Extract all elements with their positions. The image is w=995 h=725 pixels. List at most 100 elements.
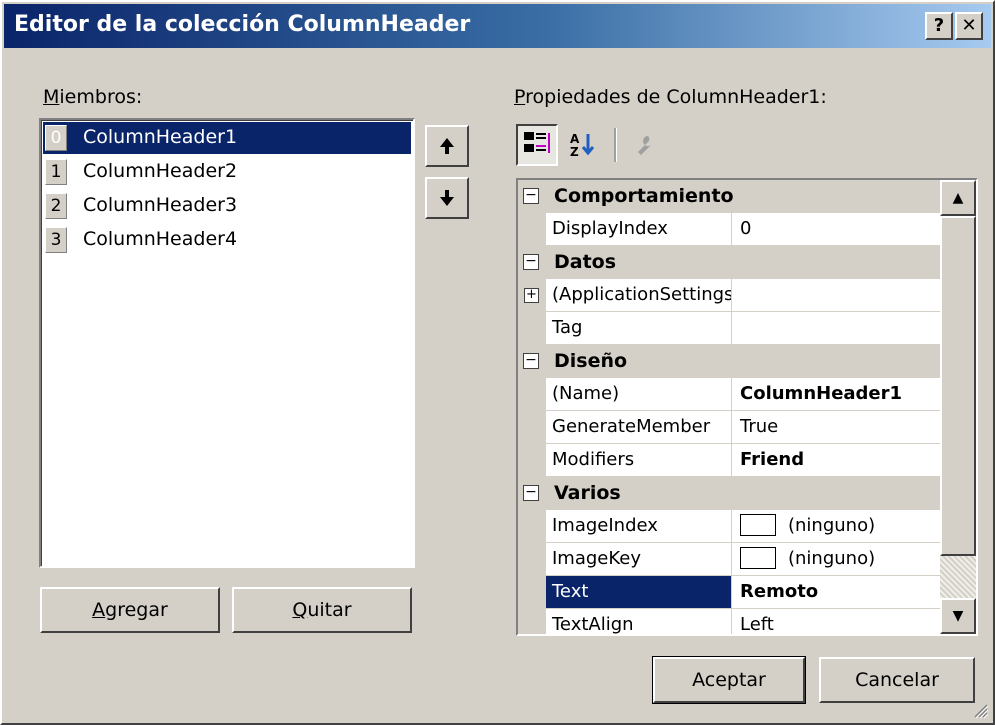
property-value-text: (ninguno) (788, 515, 876, 536)
members-list[interactable]: 0 ColumnHeader1 1 ColumnHeader2 2 ColumnHeade… (39, 118, 415, 568)
member-name: ColumnHeader2 (83, 160, 238, 182)
window-title: Editor de la colección ColumnHeader (14, 12, 471, 37)
property-value[interactable]: Remoto (732, 576, 940, 609)
move-down-button[interactable] (425, 177, 469, 219)
property-name: Tag (546, 312, 732, 345)
property-value[interactable]: (ninguno) (732, 543, 940, 576)
property-category[interactable]: − Diseño (518, 345, 940, 378)
image-swatch (740, 547, 776, 569)
category-name: Varios (554, 482, 621, 504)
property-name: Text (546, 576, 732, 609)
collapse-icon[interactable]: − (523, 485, 539, 501)
property-row[interactable]: TextAlign Left (518, 609, 940, 634)
add-button[interactable]: Agregar (40, 587, 220, 633)
row-gutter (518, 378, 546, 411)
move-up-button[interactable] (425, 125, 469, 167)
row-gutter (518, 510, 546, 543)
collapse-icon[interactable]: − (523, 254, 539, 270)
member-index: 1 (45, 159, 67, 185)
property-category[interactable]: − Datos (518, 246, 940, 279)
property-value[interactable]: ColumnHeader1 (732, 378, 940, 411)
title-bar[interactable]: Editor de la colección ColumnHeader ? ✕ (4, 4, 991, 48)
member-item[interactable]: 2 ColumnHeader3 (43, 190, 411, 222)
property-value[interactable]: Left (732, 609, 940, 634)
member-item[interactable]: 0 ColumnHeader1 (43, 122, 411, 154)
member-item[interactable]: 1 ColumnHeader2 (43, 156, 411, 188)
member-item[interactable]: 3 ColumnHeader4 (43, 224, 411, 256)
property-name: (Name) (546, 378, 732, 411)
close-icon: ✕ (961, 15, 977, 36)
row-gutter (518, 609, 546, 634)
resize-grip-icon[interactable] (971, 701, 989, 719)
row-gutter (518, 312, 546, 345)
property-pages-icon (638, 136, 652, 155)
ok-button[interactable]: Aceptar (653, 657, 805, 703)
help-button[interactable]: ? (925, 12, 953, 40)
cancel-button[interactable]: Cancelar (819, 657, 975, 703)
property-value[interactable]: (ninguno) (732, 510, 940, 543)
property-row[interactable]: Text Remoto (518, 576, 940, 609)
property-row[interactable]: + (ApplicationSettings) (518, 279, 940, 312)
property-value[interactable]: Friend (732, 444, 940, 477)
alphabetical-icon: A Z (570, 132, 595, 159)
expand-icon[interactable]: + (524, 288, 539, 303)
property-grid-scrollbar[interactable]: ▲ ▼ (940, 180, 976, 634)
close-button[interactable]: ✕ (955, 12, 983, 40)
property-row[interactable]: GenerateMember True (518, 411, 940, 444)
scroll-down-icon: ▼ (952, 608, 964, 624)
property-value[interactable]: True (732, 411, 940, 444)
property-row[interactable]: (Name) ColumnHeader1 (518, 378, 940, 411)
property-row[interactable]: Modifiers Friend (518, 444, 940, 477)
members-label: Miembros: (43, 86, 143, 108)
svg-text:Z: Z (570, 145, 579, 159)
property-name: ImageKey (546, 543, 732, 576)
arrow-down-icon (440, 190, 454, 206)
row-gutter (518, 213, 546, 246)
property-name: DisplayIndex (546, 213, 732, 246)
property-row[interactable]: Tag (518, 312, 940, 345)
property-value[interactable] (732, 312, 940, 345)
property-pages-button (628, 130, 658, 164)
member-name: ColumnHeader4 (83, 228, 238, 250)
member-index: 2 (45, 193, 67, 219)
arrow-up-icon (440, 138, 454, 154)
collection-editor-window: Editor de la colección ColumnHeader ? ✕ … (0, 0, 995, 725)
category-name: Comportamiento (554, 185, 734, 207)
property-name: ImageIndex (546, 510, 732, 543)
scroll-down-button[interactable]: ▼ (940, 598, 976, 634)
row-gutter: + (518, 279, 546, 312)
member-name: ColumnHeader1 (83, 126, 238, 148)
categorized-button[interactable] (516, 124, 558, 166)
property-name: TextAlign (546, 609, 732, 634)
category-name: Datos (554, 251, 617, 273)
image-swatch (740, 514, 776, 536)
collapse-icon[interactable]: − (523, 188, 539, 204)
property-row[interactable]: DisplayIndex 0 (518, 213, 940, 246)
toolbar-separator (614, 128, 617, 162)
scroll-up-icon: ▲ (952, 190, 964, 206)
property-grid[interactable]: − Comportamiento DisplayIndex 0− Datos + (Appl… (516, 178, 978, 636)
row-gutter (518, 444, 546, 477)
property-toolbar: A Z (516, 122, 716, 168)
property-value[interactable]: 0 (732, 213, 940, 246)
property-row[interactable]: ImageKey (ninguno) (518, 543, 940, 576)
categorized-icon (524, 132, 550, 153)
member-index: 3 (45, 227, 67, 253)
scroll-thumb[interactable] (940, 216, 976, 556)
property-category[interactable]: − Varios (518, 477, 940, 510)
property-name: GenerateMember (546, 411, 732, 444)
properties-label: Propiedades de ColumnHeader1: (514, 86, 827, 108)
property-value-text: (ninguno) (788, 548, 876, 569)
member-name: ColumnHeader3 (83, 194, 238, 216)
row-gutter (518, 411, 546, 444)
property-row[interactable]: ImageIndex (ninguno) (518, 510, 940, 543)
member-index: 0 (45, 125, 67, 151)
remove-button[interactable]: Quitar (232, 587, 412, 633)
row-gutter (518, 543, 546, 576)
property-value[interactable] (732, 279, 940, 312)
alphabetical-button[interactable]: A Z (568, 130, 602, 164)
svg-text:A: A (570, 132, 580, 146)
scroll-up-button[interactable]: ▲ (940, 180, 976, 216)
property-category[interactable]: − Comportamiento (518, 180, 940, 213)
collapse-icon[interactable]: − (523, 353, 539, 369)
